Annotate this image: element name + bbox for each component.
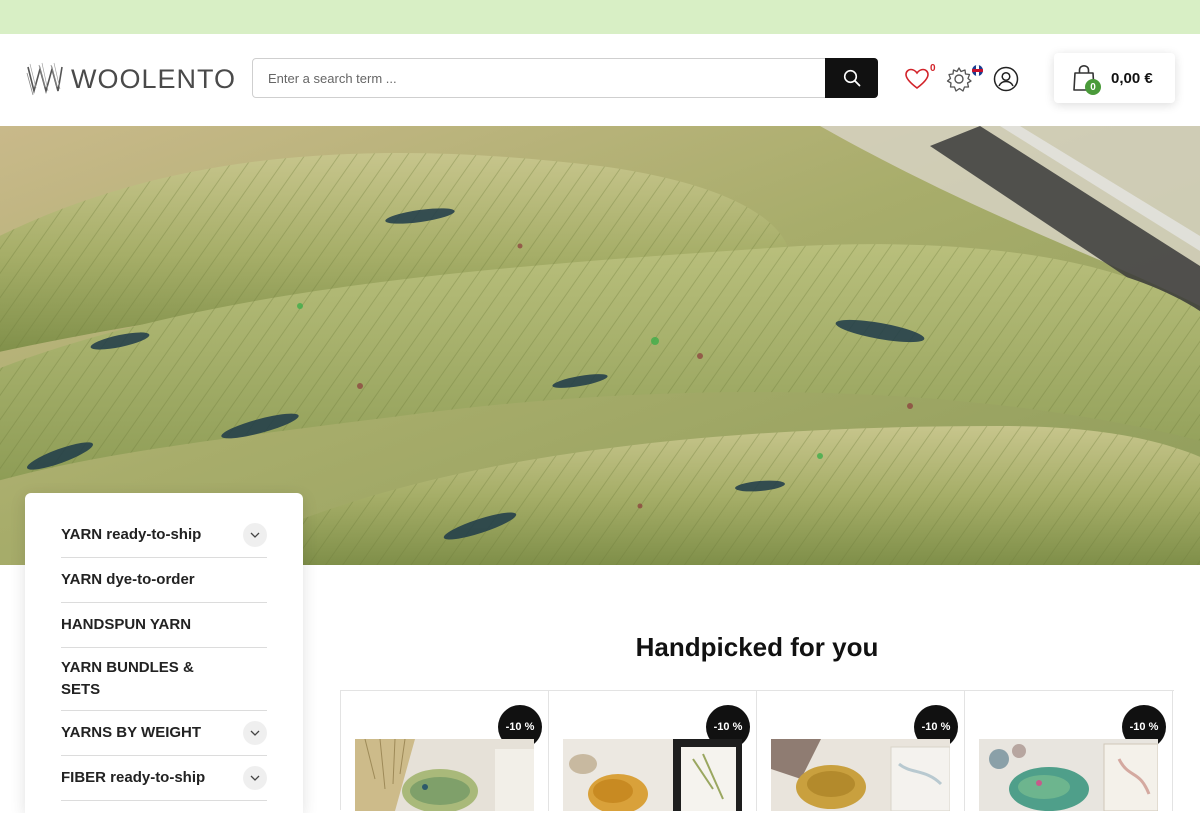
sidebar-item-handspun-yarn[interactable]: HANDSPUN YARN <box>61 603 267 648</box>
sidebar-item-yarns-by-weight[interactable]: YARNS BY WEIGHT <box>61 711 267 756</box>
sidebar-item-label: YARN ready-to-ship <box>61 526 202 543</box>
sidebar-item-label: YARN BUNDLES & SETS <box>61 659 194 698</box>
chevron-down-icon[interactable] <box>243 766 267 790</box>
cart-icon: 0 <box>1072 64 1101 95</box>
cart-total: 0,00 € <box>1111 69 1153 87</box>
search-input[interactable] <box>253 59 825 97</box>
heart-icon <box>905 68 929 90</box>
logo-icon <box>26 62 63 96</box>
user-icon <box>993 66 1019 92</box>
wishlist-button[interactable] <box>902 64 932 94</box>
site-header: WOOLENTO 0 <box>0 34 1200 126</box>
product-image[interactable] <box>979 739 1158 811</box>
product-image[interactable] <box>355 739 534 811</box>
product-card[interactable]: -10 % <box>341 691 549 811</box>
sidebar-item-fiber-ready-to-ship[interactable]: FIBER ready-to-ship <box>61 756 267 801</box>
cart-button[interactable]: 0 0,00 € <box>1054 53 1175 103</box>
product-image[interactable] <box>563 739 742 811</box>
chevron-down-icon[interactable] <box>243 721 267 745</box>
settings-button[interactable] <box>944 64 974 94</box>
gear-icon <box>946 67 972 92</box>
sidebar-item-yarn-dye-to-order[interactable]: YARN dye-to-order <box>61 558 267 603</box>
sidebar-item-yarn-bundles-sets[interactable]: YARN BUNDLES & SETS <box>61 648 267 711</box>
sidebar-item-label: HANDSPUN YARN <box>61 616 192 633</box>
section-title: Handpicked for you <box>635 632 879 662</box>
product-card[interactable]: -10 % <box>965 691 1173 811</box>
sidebar-item-label: YARNS BY WEIGHT <box>61 724 202 741</box>
flag-icon[interactable] <box>972 65 983 76</box>
search-button[interactable] <box>825 58 878 98</box>
logo[interactable]: WOOLENTO <box>25 60 236 98</box>
sidebar-item-yarn-ready-to-ship[interactable]: YARN ready-to-ship <box>61 513 267 558</box>
product-card[interactable]: -10 % <box>549 691 757 811</box>
logo-text: WOOLENTO <box>71 63 237 94</box>
chevron-down-icon[interactable] <box>243 523 267 547</box>
account-button[interactable] <box>991 64 1021 94</box>
search-bar <box>252 58 878 98</box>
search-icon <box>843 69 860 87</box>
product-image[interactable] <box>771 739 950 811</box>
product-card[interactable]: -10 % <box>757 691 965 811</box>
sidebar-item-label: YARN dye-to-order <box>61 571 195 588</box>
wishlist-count: 0 <box>930 63 936 74</box>
product-slider: -10 % -10 % -10 % -10 % <box>340 690 1174 811</box>
sidebar-item-label: FIBER ready-to-ship <box>61 769 206 786</box>
cart-count-badge: 0 <box>1085 79 1101 95</box>
top-banner <box>0 0 1200 34</box>
category-sidebar: YARN ready-to-ship YARN dye-to-order HAN… <box>25 493 303 813</box>
